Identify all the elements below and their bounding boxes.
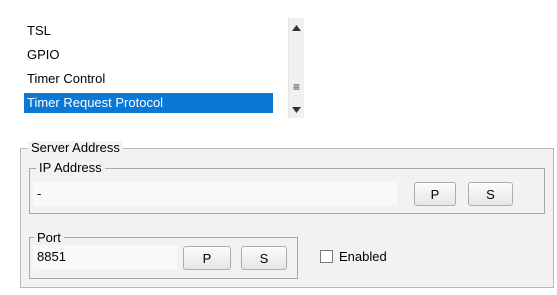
port-field[interactable]: 8851 — [33, 245, 177, 269]
ip-p-button[interactable]: P — [414, 182, 456, 206]
protocol-listbox[interactable]: TSL GPIO Timer Control Timer Request Pro… — [20, 18, 304, 118]
enabled-label: Enabled — [339, 248, 387, 264]
port-title: Port — [34, 231, 64, 245]
listbox-scrollbar[interactable]: ≡ — [288, 18, 304, 118]
port-p-button[interactable]: P — [183, 246, 231, 270]
list-item-timer-request-protocol[interactable]: Timer Request Protocol — [24, 93, 273, 113]
scroll-up-button[interactable] — [289, 20, 304, 35]
arrow-up-icon — [292, 24, 301, 31]
arrow-down-icon — [292, 106, 301, 113]
ip-address-field[interactable]: - — [33, 182, 397, 206]
enabled-checkbox[interactable] — [320, 249, 333, 263]
list-item-gpio[interactable]: GPIO — [24, 45, 273, 65]
enabled-checkbox-row[interactable]: Enabled — [320, 248, 387, 264]
ip-s-button[interactable]: S — [468, 182, 513, 206]
ip-address-title: IP Address — [36, 161, 105, 175]
scroll-down-button[interactable] — [289, 102, 304, 117]
list-item-timer-control[interactable]: Timer Control — [24, 69, 273, 89]
server-address-title: Server Address — [28, 141, 123, 155]
scrollbar-thumb[interactable]: ≡ — [291, 74, 302, 100]
grip-icon: ≡ — [292, 80, 300, 94]
port-s-button[interactable]: S — [241, 246, 287, 270]
list-item-tsl[interactable]: TSL — [24, 21, 273, 41]
